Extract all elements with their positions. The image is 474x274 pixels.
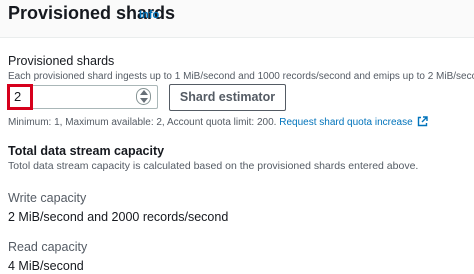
stepper-down-icon[interactable] [140,98,148,103]
section-header: Provisioned shards Info [0,0,474,38]
stepper-up-icon[interactable] [140,90,148,95]
total-capacity-title: Total data stream capacity [8,144,165,158]
provisioned-shards-label: Provisioned shards [8,54,115,68]
shards-constraint-text: Minimum: 1, Maximum available: 2, Accoun… [8,116,428,128]
request-quota-increase-link[interactable]: Request shard quota increase [279,116,428,128]
external-link-icon[interactable] [417,116,428,127]
provisioned-shards-value[interactable]: 2 [14,89,21,104]
info-link[interactable]: Info [139,9,159,21]
stepper-up-down-icon[interactable] [136,88,151,105]
request-quota-increase-label[interactable]: Request shard quota increase [279,117,412,128]
provisioned-shards-description: Each provisioned shard ingests up to 1 M… [8,71,474,82]
read-capacity-label: Read capacity [8,240,88,254]
write-capacity-label: Write capacity [8,191,87,205]
write-capacity-value: 2 MiB/second and 2000 records/second [8,210,229,224]
total-capacity-description: Totol data stream capacity is calculated… [8,160,419,172]
constraint-description: Minimum: 1, Maximum available: 2, Accoun… [8,117,277,128]
read-capacity-value: 4 MiB/second [8,259,84,273]
shard-estimator-button[interactable]: Shard estimator [169,84,286,111]
